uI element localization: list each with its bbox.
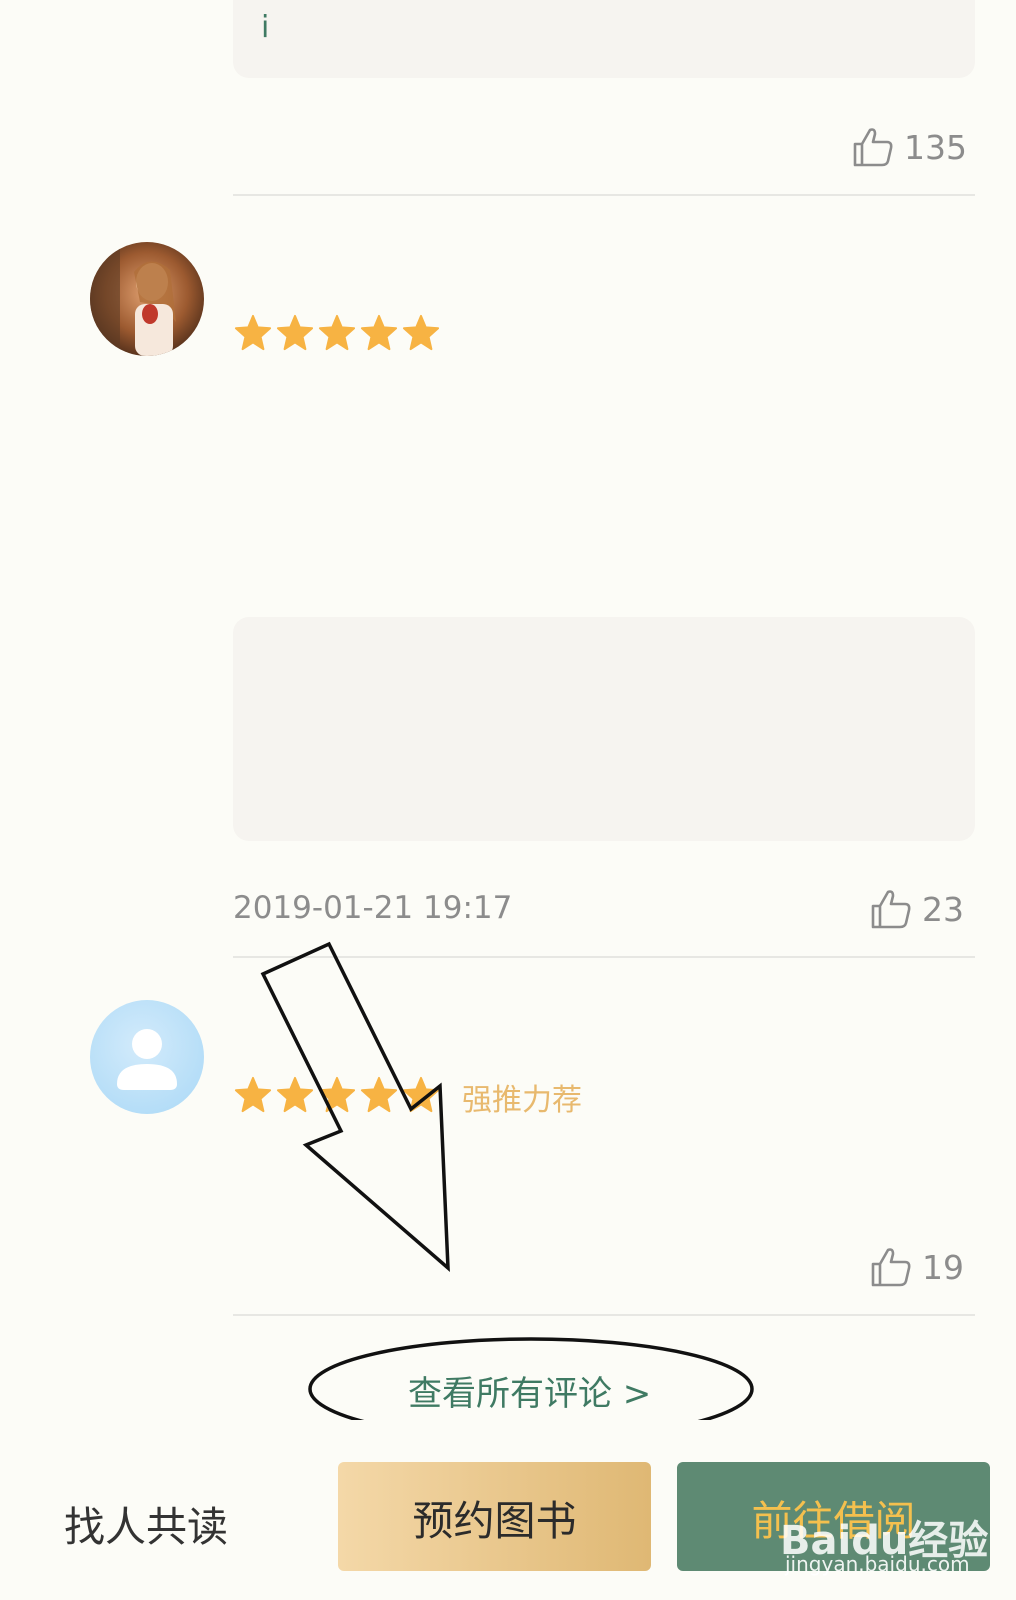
find-reader-button[interactable]: 找人共读 — [64, 1493, 228, 1553]
reserve-book-label: 预约图书 — [412, 1496, 577, 1545]
arrow-annotation — [260, 941, 450, 1272]
annotation-overlay — [260, 941, 754, 1441]
watermark-url: jingyan.baidu.com — [785, 1552, 970, 1576]
reserve-book-button[interactable]: 预约图书 — [338, 1462, 651, 1571]
